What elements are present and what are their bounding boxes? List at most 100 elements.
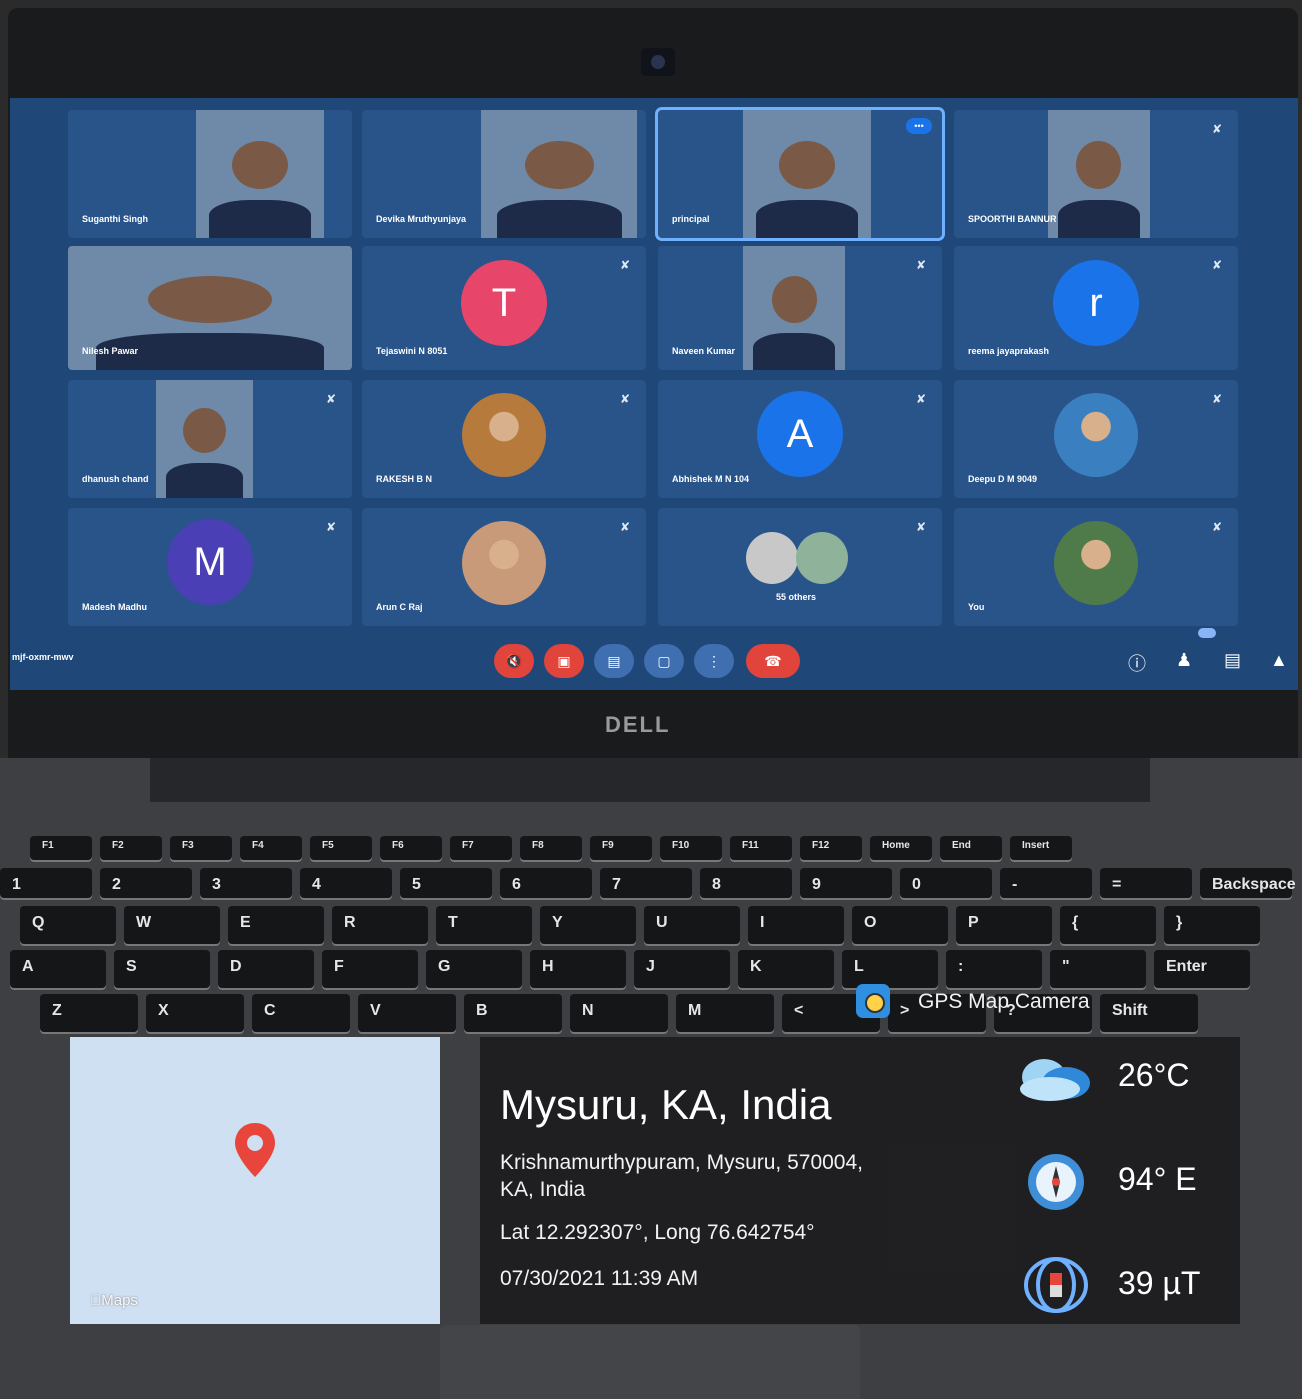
captions-button[interactable]: ▤ xyxy=(594,644,634,678)
location-info-panel: Mysuru, KA, India Krishnamurthypuram, My… xyxy=(480,1037,1240,1324)
participant-name: dhanush chand xyxy=(82,474,149,484)
participant-tile[interactable]: dhanush chand ✘ xyxy=(68,380,352,498)
key-label: C xyxy=(264,1002,276,1019)
keyboard-key: F2 xyxy=(100,836,162,860)
keyboard-key: G xyxy=(426,950,522,988)
key-label: 8 xyxy=(712,876,721,893)
participant-tile[interactable]: Arun C Raj ✘ xyxy=(362,508,646,626)
meet-screen: Suganthi Singh Devika Mruthyunjaya princip… xyxy=(10,98,1298,690)
participant-tile[interactable]: 55 others ✘ xyxy=(658,508,942,626)
keyboard-key: V xyxy=(358,994,456,1032)
muted-mic-icon: ✘ xyxy=(325,392,336,406)
participant-video xyxy=(195,110,324,238)
participant-photo-avatar xyxy=(1054,393,1138,477)
key-label: 9 xyxy=(812,876,821,893)
key-label: F8 xyxy=(532,840,544,851)
participant-name: You xyxy=(968,602,985,612)
camera-off-button[interactable]: ▣ xyxy=(544,644,584,678)
participant-name: Devika Mruthyunjaya xyxy=(376,214,467,224)
key-label: 1 xyxy=(12,876,21,893)
present-button[interactable]: ▢ xyxy=(644,644,684,678)
activities-icon[interactable]: ▲ xyxy=(1270,650,1288,671)
participant-tile[interactable]: principal ••• xyxy=(655,107,945,241)
participant-tile[interactable]: Devika Mruthyunjaya xyxy=(362,110,646,238)
participant-name: Suganthi Singh xyxy=(82,214,148,224)
person-head xyxy=(1076,140,1122,190)
key-label: F4 xyxy=(252,840,264,851)
city-title: Mysuru, KA, India xyxy=(500,1081,832,1128)
key-label: J xyxy=(646,958,655,975)
keyboard-key: F1 xyxy=(30,836,92,860)
participant-tile[interactable]: Suganthi Singh xyxy=(68,110,352,238)
participant-name: Tejaswini N 8051 xyxy=(376,346,448,356)
key-label: F2 xyxy=(112,840,124,851)
captions-icon: ▤ xyxy=(607,653,621,669)
keyboard-key: Home xyxy=(870,836,932,860)
key-label: Enter xyxy=(1166,958,1207,975)
participant-initial-avatar: T xyxy=(461,260,547,346)
camera-off-icon: ▣ xyxy=(557,653,571,669)
keyboard-key: Shift xyxy=(1100,994,1198,1032)
more-options-button[interactable]: ⋮ xyxy=(694,644,734,678)
participant-name: Arun C Raj xyxy=(376,602,423,612)
participant-video xyxy=(743,246,846,370)
key-label: W xyxy=(136,914,152,931)
key-label: End xyxy=(952,840,971,851)
keyboard-key: F10 xyxy=(660,836,722,860)
participant-tile[interactable]: Naveen Kumar ✘ xyxy=(658,246,942,370)
key-label: L xyxy=(854,958,864,975)
datetime-text: 07/30/2021 11:39 AM xyxy=(500,1267,699,1290)
muted-mic-icon: ✘ xyxy=(619,520,630,534)
muted-mic-icon: ✘ xyxy=(619,258,630,272)
keyboard-key: - xyxy=(1000,868,1092,898)
people-icon[interactable]: ♟ xyxy=(1176,650,1192,671)
keyboard-key: 3 xyxy=(200,868,292,898)
key-label: F9 xyxy=(602,840,614,851)
participant-photo-avatar xyxy=(1054,521,1138,605)
participant-tile[interactable]: You ✘ xyxy=(954,508,1238,626)
muted-mic-icon: ✘ xyxy=(1211,520,1222,534)
keyboard-key: D xyxy=(218,950,314,988)
key-label: S xyxy=(126,958,137,975)
others-avatar xyxy=(796,532,848,584)
participant-tile[interactable]: r reema jayaprakash ✘ xyxy=(954,246,1238,370)
keyboard-key: 2 xyxy=(100,868,192,898)
participant-tile[interactable]: A Abhishek M N 104 ✘ xyxy=(658,380,942,498)
key-label: H xyxy=(542,958,554,975)
participant-photo-avatar xyxy=(462,521,546,605)
person-body xyxy=(755,199,859,238)
keyboard-key: A xyxy=(10,950,106,988)
keyboard-key: 8 xyxy=(700,868,792,898)
participant-tile[interactable]: SPOORTHI BANNUR ✘ xyxy=(954,110,1238,238)
key-label: F10 xyxy=(672,840,690,851)
hang-up-button[interactable]: ☎ xyxy=(746,644,800,678)
participant-tile[interactable]: Nilesh Pawar xyxy=(68,246,352,370)
participant-video xyxy=(156,380,253,498)
participant-tile[interactable]: M Madesh Madhu ✘ xyxy=(68,508,352,626)
keyboard-key: Z xyxy=(40,994,138,1032)
touchpad xyxy=(440,1325,860,1399)
more-vert-icon: ⋮ xyxy=(707,653,721,669)
key-label: B xyxy=(476,1002,488,1019)
keyboard-key: F9 xyxy=(590,836,652,860)
key-label: = xyxy=(1112,876,1122,893)
key-label: I xyxy=(760,914,765,931)
webcam-icon xyxy=(641,48,675,76)
participant-name: Nilesh Pawar xyxy=(82,346,139,356)
mic-off-button[interactable]: 🔇 xyxy=(494,644,534,678)
participant-name: SPOORTHI BANNUR xyxy=(968,214,1057,224)
keyboard-key: 0 xyxy=(900,868,992,898)
keyboard-key: F12 xyxy=(800,836,862,860)
present-icon: ▢ xyxy=(657,653,671,669)
participant-tile[interactable]: Deepu D M 9049 ✘ xyxy=(954,380,1238,498)
key-label: P xyxy=(968,914,979,931)
key-label: F11 xyxy=(742,840,759,851)
direction-value: 94° E xyxy=(1118,1161,1197,1197)
participant-tile[interactable]: T Tejaswini N 8051 ✘ xyxy=(362,246,646,370)
chat-icon[interactable]: ▤ xyxy=(1224,650,1241,671)
key-label: Home xyxy=(882,840,910,851)
phone-hang-up-icon: ☎ xyxy=(764,653,782,669)
key-label: Backspace xyxy=(1212,876,1296,893)
info-icon[interactable]: ⓘ xyxy=(1128,650,1146,676)
participant-tile[interactable]: RAKESH B N ✘ xyxy=(362,380,646,498)
